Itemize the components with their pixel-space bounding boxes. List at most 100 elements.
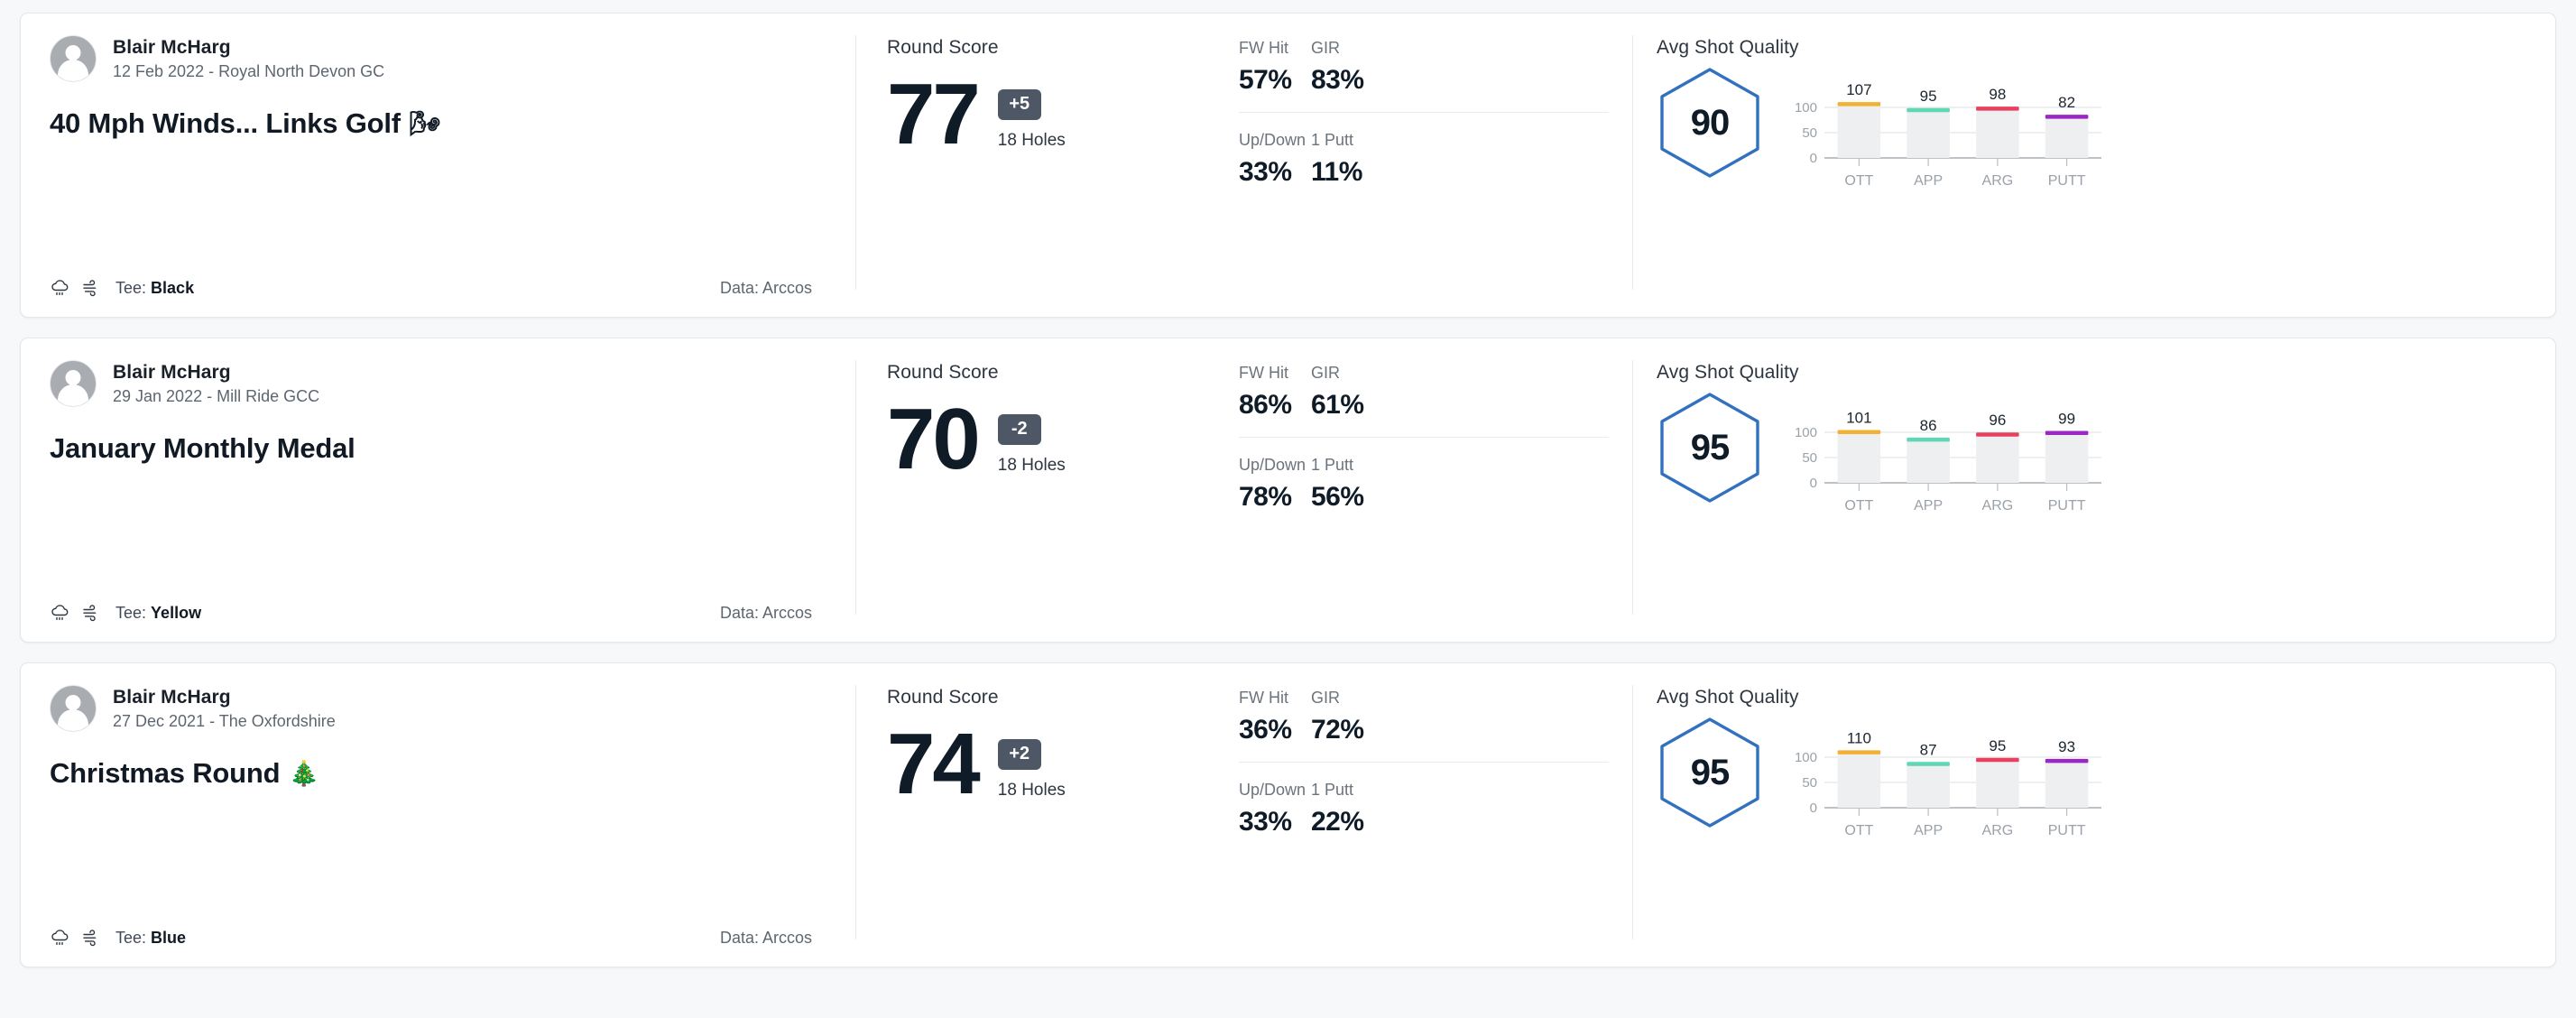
avg-shot-quality-label: Avg Shot Quality — [1657, 37, 1799, 58]
bar-chart-svg: 0 50 100 101 OTT 86 APP 96 ARG 99 PUTT — [1795, 409, 2101, 514]
wind-icon — [81, 277, 103, 299]
stat-value: 61% — [1311, 390, 1364, 420]
rounds-feed: Blair McHarg 12 Feb 2022 - Royal North D… — [0, 0, 2576, 967]
chart-bar[interactable] — [2045, 116, 2089, 158]
stat-value: 72% — [1311, 715, 1364, 745]
holes-played-label: 18 Holes — [997, 781, 1066, 800]
stat-name: 1 Putt — [1311, 456, 1354, 474]
stat-name: GIR — [1311, 364, 1341, 382]
shot-quality-panel: Avg Shot Quality 90 0 50 100 107 OTT 95 APP 98 A… — [1633, 14, 2555, 317]
stat-cell: Up/Down 78% — [1239, 438, 1311, 513]
x-axis-category-label: APP — [1914, 173, 1943, 189]
round-card[interactable]: Blair McHarg 29 Jan 2022 - Mill Ride GCC… — [20, 338, 2556, 643]
chart-bar[interactable] — [1837, 431, 1881, 483]
chart-bar[interactable] — [2045, 760, 2089, 808]
tee-label: Tee: Yellow — [115, 604, 201, 623]
x-axis-category-label: OTT — [1844, 498, 1873, 514]
quality-hexagon: 95 — [1657, 716, 1763, 829]
round-score-value: 74 — [887, 716, 981, 812]
stat-cell: 1 Putt 56% — [1311, 438, 1609, 513]
chart-bar[interactable] — [1976, 108, 2019, 158]
data-source-label: Data: Arccos — [719, 278, 812, 297]
quality-score-value: 90 — [1690, 102, 1730, 143]
shot-quality-panel: Avg Shot Quality 95 0 50 100 110 OTT 87 APP 95 A… — [1633, 663, 2555, 967]
chart-bar[interactable] — [2045, 432, 2089, 483]
round-summary-panel: Blair McHarg 27 Dec 2021 - The Oxfordshi… — [21, 663, 855, 967]
chart-value-label: 99 — [2058, 411, 2075, 428]
round-summary-panel: Blair McHarg 12 Feb 2022 - Royal North D… — [21, 14, 855, 317]
y-axis-tick-label: 100 — [1795, 750, 1817, 765]
chart-bar[interactable] — [1837, 104, 1881, 158]
stats-grid: FW Hit 86% GIR 61% Up/Down 78% 1 Putt 56% — [1239, 362, 1609, 624]
stat-cell: GIR 61% — [1311, 364, 1609, 438]
score-to-par-badge: +5 — [997, 89, 1041, 120]
tee-prefix: Tee: — [115, 278, 147, 297]
chart-bar[interactable] — [1976, 759, 2019, 808]
player-name: Blair McHarg — [113, 36, 231, 58]
tee-prefix: Tee: — [115, 603, 147, 622]
data-source-label: Data: Arccos — [719, 603, 812, 622]
chart-bar-cap — [1907, 762, 1950, 766]
chart-value-label: 82 — [2058, 94, 2075, 111]
round-summary-panel: Blair McHarg 29 Jan 2022 - Mill Ride GCC… — [21, 338, 855, 642]
stats-grid: FW Hit 36% GIR 72% Up/Down 33% 1 Putt 22% — [1239, 687, 1609, 949]
score-stats-panel: Round Score 70 -2 18 Holes FW Hit 86% GIR 6… — [856, 338, 1632, 642]
chart-bar-cap — [1837, 102, 1881, 106]
chart-bar-cap — [1837, 430, 1881, 434]
round-card[interactable]: Blair McHarg 27 Dec 2021 - The Oxfordshi… — [20, 662, 2556, 967]
x-axis-category-label: APP — [1914, 823, 1943, 838]
round-date-course: 12 Feb 2022 - Royal North Devon GC — [113, 61, 385, 80]
chart-value-label: 95 — [1989, 737, 2006, 754]
x-axis-category-label: OTT — [1844, 173, 1873, 189]
stat-name: FW Hit — [1239, 689, 1288, 707]
score-block: Round Score 77 +5 18 Holes — [887, 37, 1239, 299]
shot-quality-panel: Avg Shot Quality 95 0 50 100 101 OTT 86 APP 96 A… — [1633, 338, 2555, 642]
round-score-label: Round Score — [887, 37, 999, 58]
y-axis-tick-label: 100 — [1795, 425, 1817, 440]
chart-bar[interactable] — [1837, 752, 1881, 808]
stat-value: 83% — [1311, 65, 1364, 95]
player-identity: Blair McHarg 29 Jan 2022 - Mill Ride GCC — [50, 360, 828, 407]
chart-value-label: 107 — [1846, 81, 1871, 98]
round-score-label: Round Score — [887, 687, 999, 708]
chart-value-label: 110 — [1847, 729, 1871, 746]
avg-shot-quality-label: Avg Shot Quality — [1657, 687, 1799, 708]
round-card[interactable]: Blair McHarg 12 Feb 2022 - Royal North D… — [20, 13, 2556, 318]
stat-cell: GIR 72% — [1311, 689, 1609, 763]
player-identity: Blair McHarg 12 Feb 2022 - Royal North D… — [50, 35, 828, 82]
chart-bar[interactable] — [1907, 764, 1950, 808]
tee-color-value: Yellow — [151, 603, 202, 622]
quality-hexagon: 95 — [1657, 391, 1763, 504]
chart-bar[interactable] — [1907, 109, 1950, 158]
y-axis-tick-label: 50 — [1802, 775, 1817, 791]
chart-bar[interactable] — [1907, 439, 1950, 483]
stat-value: 57% — [1239, 65, 1292, 95]
chart-value-label: 87 — [1920, 741, 1937, 758]
avatar — [50, 360, 97, 407]
round-date-course: 27 Dec 2021 - The Oxfordshire — [113, 711, 336, 730]
x-axis-category-label: OTT — [1844, 823, 1873, 838]
tee-label: Tee: Blue — [115, 929, 186, 948]
stat-name: 1 Putt — [1311, 131, 1354, 149]
score-stats-panel: Round Score 74 +2 18 Holes FW Hit 36% GIR 7… — [856, 663, 1632, 967]
chart-value-label: 86 — [1920, 417, 1937, 434]
stat-name: Up/Down — [1239, 456, 1306, 474]
rain-cloud-icon — [50, 277, 71, 299]
stat-cell: FW Hit 36% — [1239, 689, 1311, 763]
stat-cell: Up/Down 33% — [1239, 113, 1311, 188]
chart-bar[interactable] — [1976, 434, 2019, 483]
round-title-emoji: 🎄 — [289, 760, 319, 787]
avatar — [50, 35, 97, 82]
avatar — [50, 685, 97, 732]
data-source-label: Data: Arccos — [719, 928, 812, 947]
wind-icon — [81, 602, 103, 624]
avg-shot-quality-label: Avg Shot Quality — [1657, 362, 1799, 383]
score-stats-panel: Round Score 77 +5 18 Holes FW Hit 57% GIR 8… — [856, 14, 1632, 317]
stat-value: 33% — [1239, 157, 1292, 187]
x-axis-category-label: PUTT — [2048, 823, 2086, 838]
holes-played-label: 18 Holes — [997, 456, 1066, 475]
stats-grid: FW Hit 57% GIR 83% Up/Down 33% 1 Putt 11% — [1239, 37, 1609, 299]
x-axis-category-label: PUTT — [2048, 173, 2086, 189]
chart-bar-cap — [1976, 432, 2019, 437]
chart-bar-cap — [2045, 758, 2089, 764]
